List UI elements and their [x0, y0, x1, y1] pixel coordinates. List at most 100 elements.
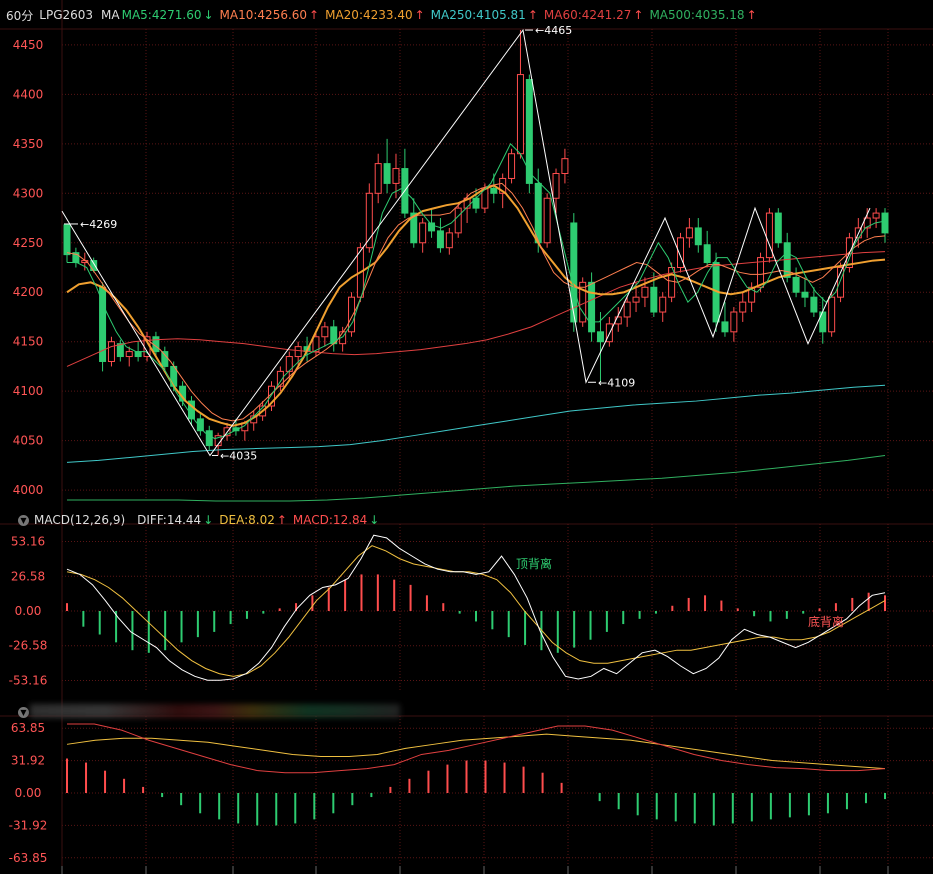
y-tick-label: 4250 [13, 236, 44, 250]
third-line-b [66, 733, 886, 770]
ma60-value: MA60:4241.27 [543, 8, 632, 22]
up-arrow-icon: ↑ [414, 8, 425, 22]
candle-body [205, 430, 213, 447]
candle-body [872, 212, 880, 219]
divergence-label: 底背离 [808, 614, 844, 629]
candle-body [454, 207, 462, 234]
ma250-line [66, 384, 886, 463]
candle-body [685, 227, 693, 239]
dea-value: DEA:8.02 [219, 513, 275, 527]
y-tick-label: 4200 [13, 285, 44, 299]
interval-label[interactable]: 60分 [6, 7, 33, 24]
candle-body [116, 343, 124, 358]
candle-body [490, 187, 498, 194]
candle-body [552, 173, 560, 199]
candle-body [703, 244, 711, 264]
ma250-value: MA250:4105.81 [430, 8, 526, 22]
candle-body [561, 158, 569, 175]
candle-body [383, 163, 391, 184]
candle-body [374, 163, 382, 194]
y-tick-label: 4450 [13, 38, 44, 52]
ma5-value: MA5:4271.60 [121, 8, 202, 22]
candle-body [107, 341, 115, 362]
third-y-tick-label: 31.92 [11, 754, 45, 768]
candle-body [419, 222, 427, 244]
collapse-triangle-icon[interactable]: ▼ [18, 514, 29, 526]
macd-y-tick-label: -26.58 [9, 639, 48, 653]
candle-body [828, 296, 836, 333]
candle-body [650, 286, 658, 313]
candle-body [588, 281, 596, 333]
candle-body [125, 351, 133, 358]
ma500-line [67, 454, 886, 502]
third-y-tick-label: -31.92 [9, 818, 48, 832]
macd-indicator-header: ▼ MACD(12,26,9) DIFF:14.44 ↓ DEA:8.02 ↑ … [14, 511, 385, 529]
third-y-tick-label: -63.85 [9, 851, 48, 865]
candle-body [134, 351, 142, 358]
third-y-tick-label: 0.00 [15, 786, 42, 800]
candle-body [730, 311, 738, 333]
macd-y-tick-label: 26.58 [11, 569, 45, 583]
ma10-value: MA10:4256.60 [219, 8, 308, 22]
candle-body [801, 291, 809, 298]
y-tick-label: 4000 [13, 483, 44, 497]
candle-body [543, 197, 551, 244]
macd-title[interactable]: MACD(12,26,9) [34, 513, 125, 527]
candle-body [694, 227, 702, 246]
candle-body [516, 74, 524, 155]
y-tick-label: 4150 [13, 335, 44, 349]
candle-body [508, 153, 516, 179]
candle-body [161, 351, 169, 367]
candle-body [436, 230, 444, 249]
candle-body [596, 331, 604, 343]
y-tick-label: 4300 [13, 186, 44, 200]
up-arrow-icon: ↑ [633, 8, 644, 22]
down-arrow-icon: ↓ [203, 8, 214, 22]
macd-y-tick-label: 53.16 [11, 535, 45, 549]
candle-body [392, 168, 400, 184]
macd-y-tick-label: 0.00 [15, 604, 42, 618]
obscured-indicator-label [30, 704, 400, 718]
candle-body [641, 286, 649, 298]
y-tick-label: 4350 [13, 137, 44, 151]
macd-y-tick-label: -53.16 [9, 673, 48, 687]
ma500-value: MA500:4035.18 [649, 8, 745, 22]
extreme-annotation: ←4465 [535, 24, 572, 37]
candle-body [792, 276, 800, 293]
down-arrow-icon: ↓ [203, 513, 214, 527]
y-tick-label: 4100 [13, 384, 44, 398]
up-arrow-icon: ↑ [746, 8, 757, 22]
chart-canvas: 4450 4400 4350 4300 4250 4200 4150 4100 4050 4000… [0, 0, 933, 874]
candle-body [90, 260, 98, 271]
candle-body [321, 326, 329, 338]
macd-value: MACD:12.84 [292, 513, 368, 527]
candle-body [623, 301, 631, 318]
ma20-value: MA20:4233.40 [325, 8, 413, 22]
ma-prefix: MA [101, 8, 120, 22]
candle-body [632, 296, 640, 303]
candle-body [445, 232, 453, 249]
extreme-annotation: ←4035 [220, 449, 257, 462]
third-line-a [67, 723, 886, 774]
up-arrow-icon: ↑ [276, 513, 287, 527]
main-indicator-header: 60分 LPG2603 MA MA5:4271.60 ↓ MA10:4256.6… [6, 6, 763, 24]
y-tick-label: 4050 [13, 434, 44, 448]
y-tick-label: 4400 [13, 87, 44, 101]
diff-value: DIFF:14.44 [137, 513, 202, 527]
collapse-triangle-icon[interactable]: ▼ [18, 706, 29, 718]
candle-body [721, 321, 729, 333]
up-arrow-icon: ↑ [527, 8, 538, 22]
candle-body [810, 296, 818, 313]
third-y-tick-label: 63.85 [11, 721, 45, 735]
down-arrow-icon: ↓ [369, 513, 380, 527]
candle-body [659, 296, 667, 313]
candle-body [774, 212, 782, 244]
extreme-annotation: ←4269 [80, 218, 117, 231]
candle-body [294, 346, 302, 358]
divergence-label: 顶背离 [516, 556, 552, 571]
candle-body [739, 301, 747, 313]
candle-body [677, 237, 684, 269]
candle-body [881, 212, 889, 234]
symbol-label[interactable]: LPG2603 [39, 8, 93, 22]
extreme-annotation: ←4109 [598, 376, 635, 389]
